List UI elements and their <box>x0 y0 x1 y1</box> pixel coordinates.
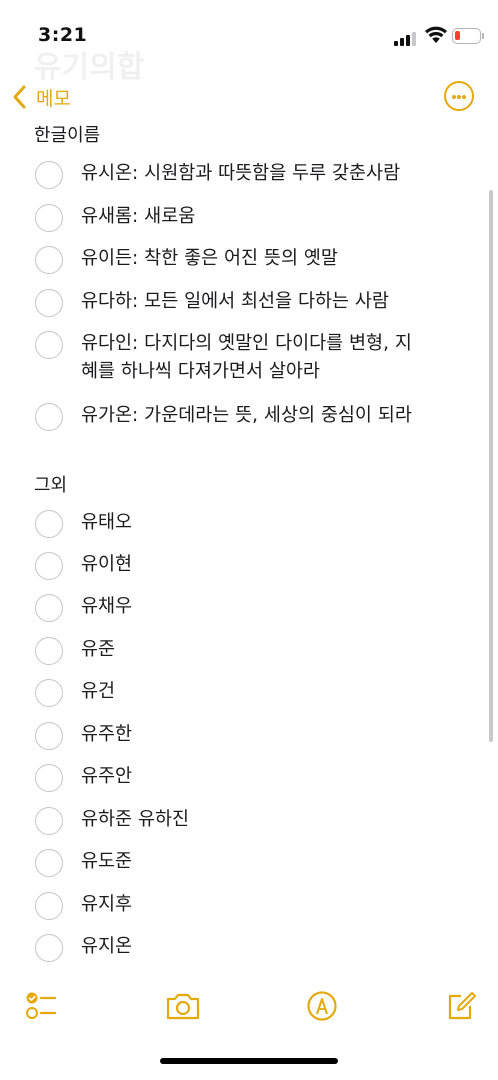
checklist-item-text[interactable]: 유다하: 모든 일에서 최선을 다하는 사람 <box>81 288 471 316</box>
camera-icon[interactable] <box>165 990 201 1022</box>
scrollbar[interactable] <box>489 190 493 742</box>
wifi-icon <box>425 26 447 43</box>
more-options-button[interactable] <box>444 81 474 111</box>
compose-icon[interactable] <box>444 990 476 1022</box>
checkbox[interactable] <box>35 161 63 189</box>
checkbox[interactable] <box>35 552 63 580</box>
checkbox[interactable] <box>35 892 63 920</box>
checklist-item-text[interactable]: 유이현 <box>81 551 471 579</box>
checklist-item-text[interactable]: 유시온: 시원함과 따뜻함을 두루 갖춘사람 <box>81 160 471 188</box>
checkbox[interactable] <box>35 849 63 877</box>
checkbox[interactable] <box>35 403 63 431</box>
checkbox[interactable] <box>35 934 63 962</box>
battery-icon <box>452 28 481 44</box>
checkbox[interactable] <box>35 510 63 538</box>
back-button-label: 메모 <box>36 87 71 110</box>
checklist-item-text[interactable]: 유도준 <box>81 848 471 876</box>
checklist-icon[interactable] <box>24 990 56 1022</box>
cellular-signal-icon <box>394 30 420 46</box>
chevron-left-icon <box>13 85 26 109</box>
checklist-item-text[interactable]: 유건 <box>81 678 471 706</box>
checkbox[interactable] <box>35 764 63 792</box>
battery-level <box>455 31 460 40</box>
checklist-item-text[interactable]: 유지후 <box>81 891 471 919</box>
checkbox[interactable] <box>35 594 63 622</box>
checkbox[interactable] <box>35 637 63 665</box>
section-header: 한글이름 <box>34 125 101 146</box>
checkbox[interactable] <box>35 204 63 232</box>
back-button[interactable]: 메모 <box>10 80 71 114</box>
checkbox[interactable] <box>35 246 63 274</box>
checklist-item-text[interactable]: 유새롬: 새로움 <box>81 203 471 231</box>
battery-cap <box>482 33 484 39</box>
checkbox[interactable] <box>35 722 63 750</box>
checkbox[interactable] <box>35 679 63 707</box>
checklist-item-text[interactable]: 유다인: 다지다의 옛말인 다이다를 변형, 지 혜를 하나씩 다져가면서 살아… <box>81 330 471 386</box>
checkbox[interactable] <box>35 331 63 359</box>
checklist-item-text[interactable]: 유지온 <box>81 933 471 961</box>
checklist-item-text[interactable]: 유하준 유하진 <box>81 806 471 834</box>
checkbox[interactable] <box>35 289 63 317</box>
checklist-item-text[interactable]: 유채우 <box>81 593 471 621</box>
checklist-item-text[interactable]: 유준 <box>81 636 471 664</box>
checkbox[interactable] <box>35 807 63 835</box>
checklist-item-text[interactable]: 유태오 <box>81 509 471 537</box>
checklist-item-text[interactable]: 유이든: 착한 좋은 어진 뜻의 옛말 <box>81 245 471 273</box>
home-indicator[interactable] <box>160 1058 338 1064</box>
checklist-item-text[interactable]: 유주안 <box>81 763 471 791</box>
checklist-item-text[interactable]: 유가온: 가운데라는 뜻, 세상의 중심이 되라 <box>81 402 471 430</box>
markup-icon[interactable] <box>306 990 338 1022</box>
section-header: 그외 <box>34 475 68 496</box>
checklist-item-text[interactable]: 유주한 <box>81 721 471 749</box>
